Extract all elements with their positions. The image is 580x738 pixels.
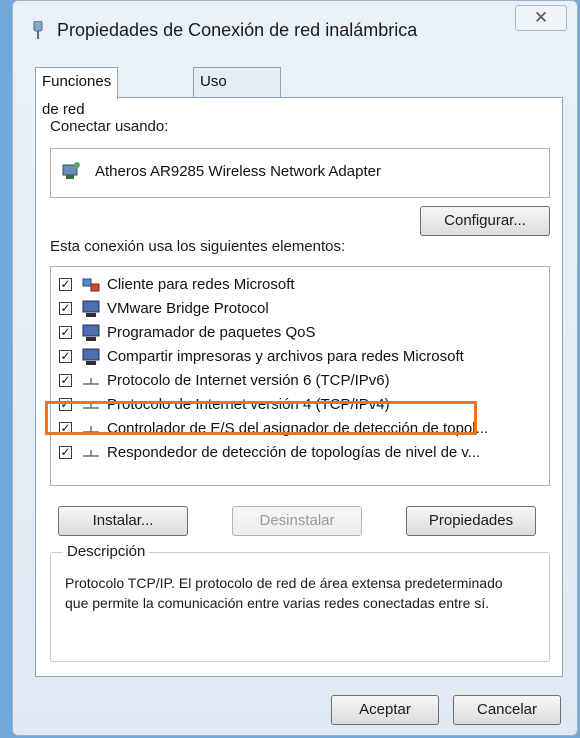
list-item[interactable]: ✓ Protocolo de Internet versión 6 (TCP/I… [51, 369, 549, 393]
items-label: Esta conexión usa los siguientes element… [50, 238, 346, 255]
protocol-icon [83, 378, 99, 385]
cancel-button[interactable]: Cancelar [453, 695, 561, 725]
tab-funciones-de-red[interactable]: Funciones de red [35, 67, 119, 118]
properties-button-label: Propiedades [428, 512, 514, 529]
network-plug-icon [33, 21, 43, 39]
item-label: Programador de paquetes QoS [107, 324, 316, 341]
checkbox[interactable]: ✓ [59, 350, 72, 363]
components-list: ✓ Cliente para redes Microsoft ✓ VMware … [50, 266, 550, 486]
title-bar: Propiedades de Conexión de red inalámbri… [13, 1, 577, 57]
list-item[interactable]: ✓ Cliente para redes Microsoft [51, 273, 549, 297]
item-label: Respondedor de detección de topologías d… [107, 444, 481, 461]
item-label: Protocolo de Internet versión 6 (TCP/IPv… [107, 372, 390, 389]
checkbox[interactable]: ✓ [59, 326, 72, 339]
list-item[interactable]: ✓ Programador de paquetes QoS [51, 321, 549, 345]
item-label: Compartir impresoras y archivos para red… [107, 348, 464, 365]
checkbox[interactable]: ✓ [59, 278, 72, 291]
service-computer-icon [82, 324, 100, 341]
tab-uso-compartido[interactable]: Uso compartido [193, 67, 282, 118]
checkbox[interactable]: ✓ [59, 302, 72, 315]
description-text: Protocolo TCP/IP. El protocolo de red de… [65, 575, 503, 611]
close-icon: ✕ [533, 8, 549, 27]
client-network-icon [82, 278, 100, 292]
service-computer-icon [82, 300, 100, 317]
uninstall-button-label: Desinstalar [259, 512, 335, 529]
properties-dialog: Propiedades de Conexión de red inalámbri… [12, 0, 578, 736]
ok-button-label: Aceptar [359, 701, 411, 718]
service-computer-icon [82, 348, 100, 365]
tab-panel: Conectar usando: Atheros AR9285 Wireless… [35, 97, 563, 677]
adapter-field: Atheros AR9285 Wireless Network Adapter [50, 148, 550, 198]
list-item[interactable]: ✓ Respondedor de detección de topologías… [51, 441, 549, 465]
description-legend: Descripción [63, 543, 150, 560]
window-title: Propiedades de Conexión de red inalámbri… [57, 20, 418, 40]
network-adapter-icon [62, 162, 80, 179]
checkbox[interactable]: ✓ [59, 374, 72, 387]
list-item[interactable]: ✓ Compartir impresoras y archivos para r… [51, 345, 549, 369]
item-label: VMware Bridge Protocol [107, 300, 269, 317]
configure-button[interactable]: Configurar... [420, 206, 550, 236]
ipv4-highlight-box [45, 401, 477, 435]
adapter-name: Atheros AR9285 Wireless Network Adapter [95, 163, 381, 180]
properties-button[interactable]: Propiedades [406, 506, 536, 536]
checkbox[interactable]: ✓ [59, 446, 72, 459]
cancel-button-label: Cancelar [476, 701, 538, 718]
configure-button-label: Configurar... [444, 212, 526, 229]
list-item[interactable]: ✓ VMware Bridge Protocol [51, 297, 549, 321]
ok-button[interactable]: Aceptar [331, 695, 439, 725]
install-button[interactable]: Instalar... [58, 506, 188, 536]
item-label: Cliente para redes Microsoft [107, 276, 295, 293]
description-group: Descripción Protocolo TCP/IP. El protoco… [50, 543, 550, 662]
uninstall-button[interactable]: Desinstalar [232, 506, 362, 536]
install-button-label: Instalar... [92, 512, 154, 529]
protocol-icon [83, 450, 99, 457]
close-button[interactable]: ✕ [515, 5, 567, 31]
